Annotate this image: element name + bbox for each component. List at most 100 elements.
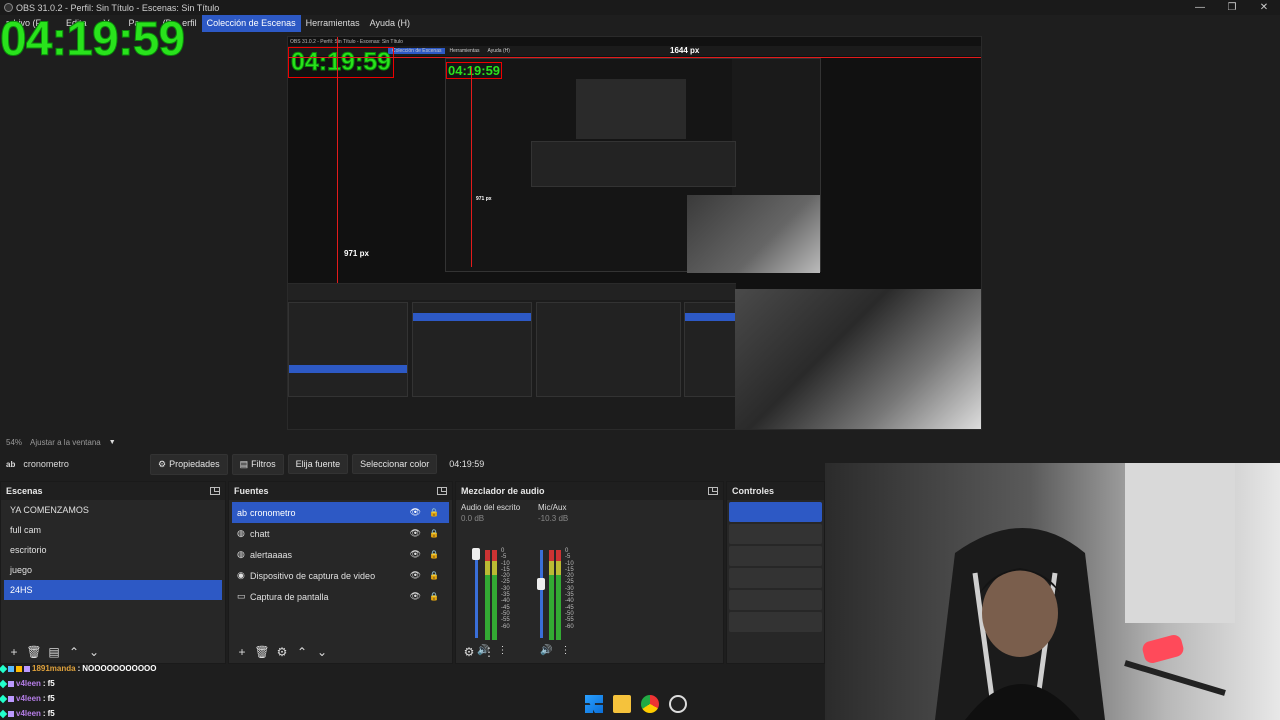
height-measure-label: 971 px	[344, 249, 369, 258]
scene-item[interactable]: YA COMENZAMOS	[4, 500, 222, 520]
windows-start-icon[interactable]	[585, 695, 603, 713]
controls-title: Controles	[732, 486, 775, 496]
channel-volume: -10.3 dB	[538, 514, 569, 523]
undock-icon[interactable]	[210, 487, 220, 495]
start-streaming-button[interactable]	[729, 502, 822, 522]
close-button[interactable]: ✕	[1248, 0, 1280, 15]
start-recording-button[interactable]	[729, 524, 822, 544]
monitor-icon: ▭	[237, 591, 246, 601]
menu-scene-collection[interactable]: Colección de Escenas	[201, 15, 301, 32]
lock-icon[interactable]: 🔒	[429, 571, 439, 580]
file-explorer-icon[interactable]	[613, 695, 631, 713]
chevron-down-icon[interactable]: ⌄	[314, 644, 330, 660]
more-options-icon[interactable]: ⋮	[481, 644, 497, 660]
nested-menu-scene-collection: Colección de Escenas	[388, 48, 446, 54]
gear-icon[interactable]: ⚙	[461, 644, 477, 660]
lock-icon[interactable]: 🔒	[429, 550, 439, 559]
badge-icon	[0, 679, 8, 688]
filter-icon: ▤	[239, 458, 249, 469]
select-color-button[interactable]: Seleccionar color	[352, 454, 438, 474]
scene-item[interactable]: escritorio	[4, 540, 222, 560]
eye-icon[interactable]: 👁	[410, 591, 421, 602]
lock-icon[interactable]: 🔒	[429, 508, 439, 517]
nested-menu-tools: Herramientas	[449, 48, 480, 54]
trash-icon[interactable]: 🗑	[254, 644, 270, 660]
trash-icon[interactable]: 🗑	[26, 644, 42, 660]
sources-title: Fuentes	[234, 486, 269, 496]
undock-icon[interactable]	[708, 487, 718, 495]
chevron-down-icon[interactable]: ▼	[109, 439, 116, 446]
chat-text: f5	[47, 679, 55, 688]
filters-button[interactable]: ▤ Filtros	[231, 453, 284, 475]
nested-window-title: OBS 31.0.2 - Perfil: Sin Título - Escena…	[290, 39, 403, 45]
sources-list: ab cronometro 👁 🔒 ◍ chatt 👁 🔒 ◍ alertaaa…	[229, 500, 452, 607]
volume-fader[interactable]	[540, 550, 543, 638]
menu-help[interactable]: Ayuda (H)	[365, 15, 415, 32]
controls-header: Controles	[727, 482, 824, 500]
minimize-button[interactable]: —	[1184, 0, 1216, 15]
scene-item[interactable]: full cam	[4, 520, 222, 540]
eye-icon[interactable]: 👁	[410, 549, 421, 560]
add-icon[interactable]: +	[6, 644, 22, 660]
badge-icon	[24, 665, 30, 672]
chevron-up-icon[interactable]: ⌃	[294, 644, 310, 660]
menu-tools[interactable]: Herramientas	[301, 15, 365, 32]
nested-toolbar	[288, 284, 736, 300]
chat-message: v4leen: f5	[0, 676, 240, 691]
badge-icon	[0, 694, 8, 703]
source-item[interactable]: ◉ Dispositivo de captura de video 👁 🔒	[232, 565, 449, 586]
source-item-selected[interactable]: ab cronometro 👁 🔒	[232, 502, 449, 523]
obs-taskbar-icon[interactable]	[669, 695, 687, 713]
fader-knob[interactable]	[472, 548, 480, 560]
nested-menu-help: Ayuda (H)	[487, 48, 510, 54]
undock-icon[interactable]	[437, 487, 447, 495]
chat-user: v4leen	[16, 694, 41, 703]
badge-icon	[0, 664, 8, 673]
chrome-icon[interactable]	[641, 695, 659, 713]
chat-text: NOOOOOOOOOOO	[82, 664, 157, 673]
nested-mixer-dock	[536, 302, 681, 397]
scene-item-selected[interactable]: 24HS	[4, 580, 222, 600]
add-icon[interactable]: +	[234, 644, 250, 660]
choose-source-button[interactable]: Elija fuente	[287, 454, 349, 474]
source-label: Captura de pantalla	[250, 591, 329, 602]
scenes-footer: + 🗑 ▤ ⌃ ⌄	[1, 641, 225, 663]
volume-fader[interactable]	[475, 550, 478, 638]
window-title: OBS 31.0.2 - Perfil: Sin Título - Escena…	[16, 2, 220, 13]
studio-mode-button[interactable]	[729, 568, 822, 588]
properties-button[interactable]: ⚙ Propiedades	[150, 453, 228, 475]
chevron-up-icon[interactable]: ⌃	[66, 644, 82, 660]
virtual-camera-button[interactable]	[729, 546, 822, 566]
source-item[interactable]: ◍ alertaaaas 👁 🔒	[232, 544, 449, 565]
fit-to-window[interactable]: Ajustar a la ventana	[30, 438, 101, 447]
fader-knob[interactable]	[537, 578, 545, 590]
preview-webcam-source[interactable]	[735, 289, 981, 429]
maximize-button[interactable]: ❐	[1216, 0, 1248, 15]
eye-icon[interactable]: 👁	[410, 507, 421, 518]
lock-icon[interactable]: 🔒	[429, 592, 439, 601]
preview-canvas[interactable]: OBS 31.0.2 - Perfil: Sin Título - Escena…	[287, 36, 982, 430]
mixer-title: Mezclador de audio	[461, 486, 545, 496]
badge-icon	[8, 710, 14, 717]
exit-button[interactable]	[729, 612, 822, 632]
preview-timer-source[interactable]: 04:19:59	[288, 47, 395, 78]
nested-timer: 04:19:59	[446, 62, 503, 79]
settings-button[interactable]	[729, 590, 822, 610]
nested-sources-dock	[412, 302, 532, 397]
badge-icon	[16, 665, 22, 672]
source-item[interactable]: ▭ Captura de pantalla 👁 🔒	[232, 586, 449, 607]
chat-user: 1891manda	[32, 664, 76, 673]
eye-icon[interactable]: 👁	[410, 570, 421, 581]
lock-icon[interactable]: 🔒	[429, 529, 439, 538]
filter-icon[interactable]: ▤	[46, 644, 62, 660]
sources-dock: Fuentes ab cronometro 👁 🔒 ◍ chatt 👁 🔒 ◍ …	[228, 481, 453, 664]
scene-item[interactable]: juego	[4, 560, 222, 580]
nested-obs-capture	[531, 141, 736, 187]
chevron-down-icon[interactable]: ⌄	[86, 644, 102, 660]
source-item[interactable]: ◍ chatt 👁 🔒	[232, 523, 449, 544]
eye-icon[interactable]: 👁	[410, 528, 421, 539]
scenes-dock: Escenas YA COMENZAMOS full cam escritori…	[0, 481, 226, 664]
gear-icon[interactable]: ⚙	[274, 644, 290, 660]
browser-source-icon: ◍	[237, 528, 245, 538]
obs-window: OBS 31.0.2 - Perfil: Sin Título - Escena…	[0, 0, 1280, 720]
